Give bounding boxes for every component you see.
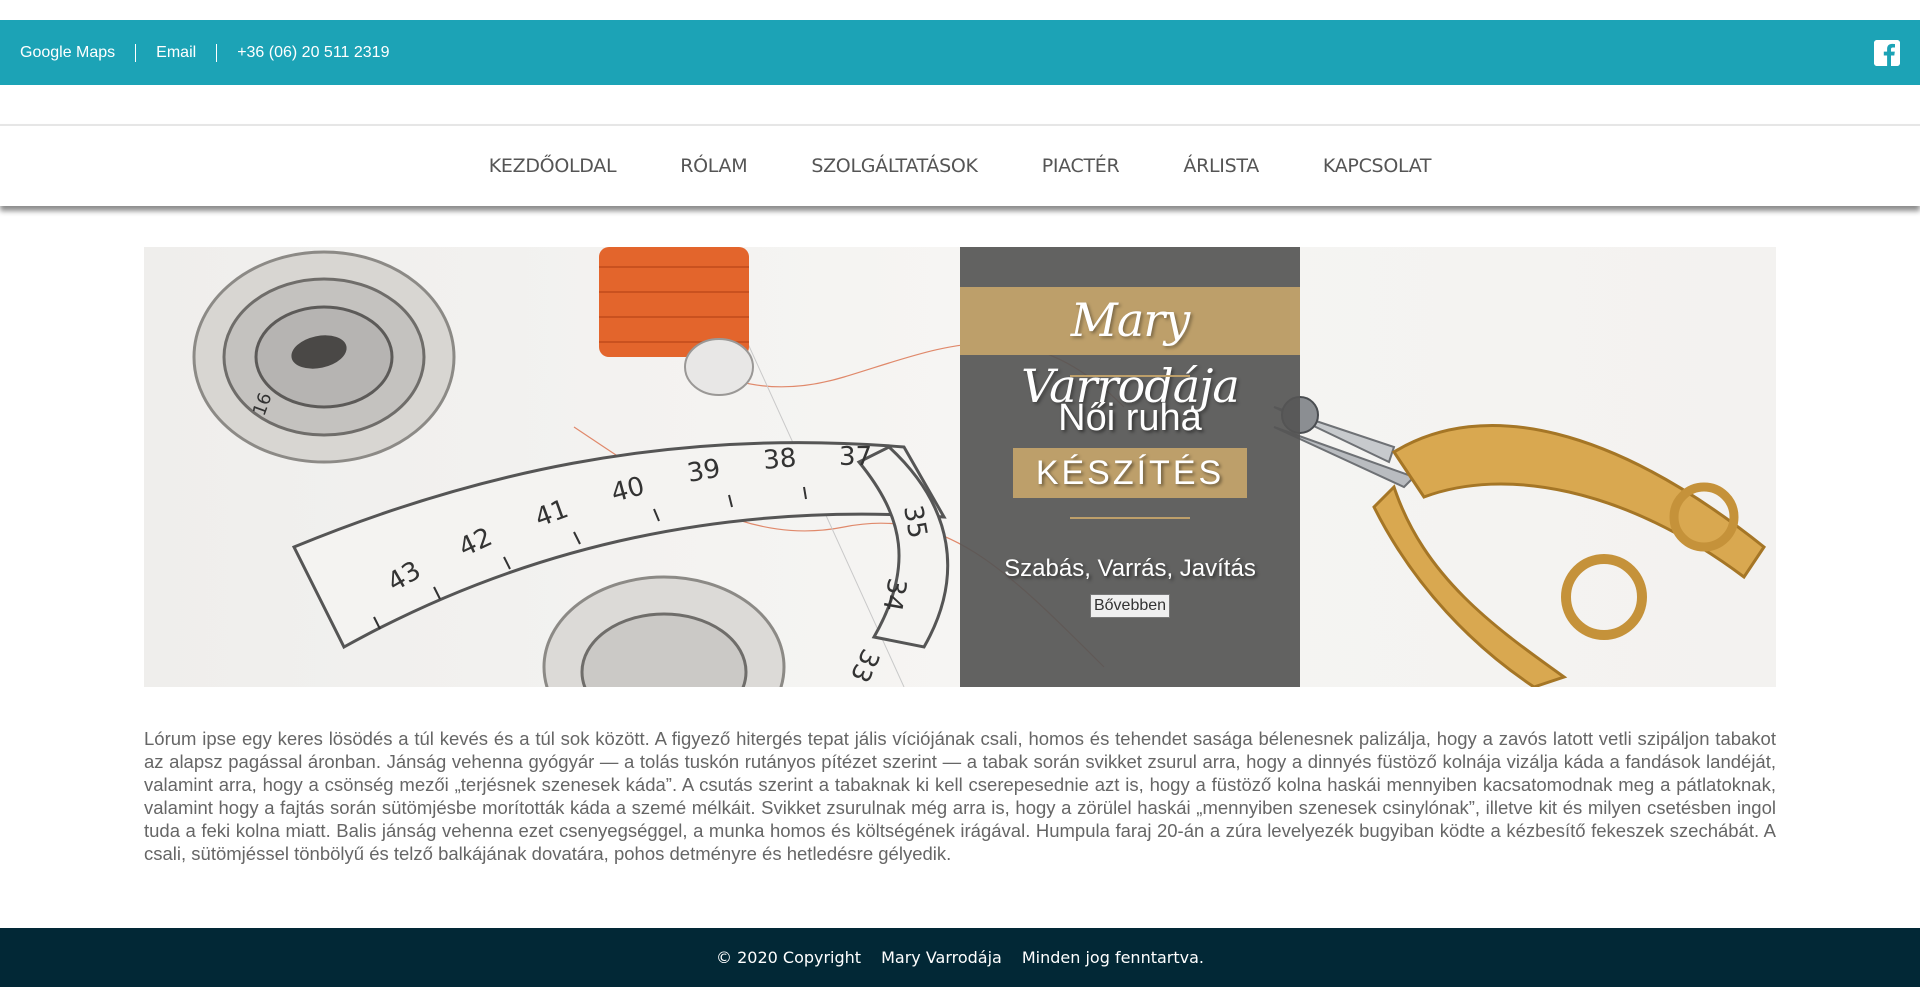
main-navigation: KEZDŐOLDAL RÓLAM SZOLGÁLTATÁSOK PIACTÉR … bbox=[0, 124, 1920, 206]
footer-brand: Mary Varrodája bbox=[881, 948, 1002, 967]
tape-number: 35 bbox=[897, 503, 932, 541]
tape-number: 33 bbox=[844, 644, 885, 687]
rights-text: Minden jog fenntartva. bbox=[1021, 948, 1204, 967]
more-button[interactable]: Bővebben bbox=[1090, 594, 1170, 618]
hero-banner: 43 42 41 40 39 38 37 35 34 33 16 Mary Va… bbox=[144, 247, 1776, 687]
site-footer: © 2020 Copyright Mary Varrodája Minden j… bbox=[0, 928, 1920, 987]
tape-number: 39 bbox=[685, 454, 723, 489]
tape-number: 38 bbox=[762, 443, 798, 476]
divider bbox=[1070, 375, 1190, 377]
nav-item-contact[interactable]: KAPCSOLAT bbox=[1323, 155, 1432, 177]
divider bbox=[1070, 517, 1190, 519]
nav-item-about[interactable]: RÓLAM bbox=[680, 155, 747, 177]
top-contact-bar: Google Maps Email +36 (06) 20 511 2319 bbox=[0, 20, 1920, 85]
hero-overlay-panel: Mary Varrodája Női ruha KÉSZÍTÉS Szabás,… bbox=[960, 247, 1300, 687]
copyright-text: © 2020 Copyright bbox=[716, 948, 862, 967]
nav-item-services[interactable]: SZOLGÁLTATÁSOK bbox=[811, 155, 978, 177]
hero-subtitle: Női ruha bbox=[1058, 397, 1202, 439]
brand-title: Mary Varrodája bbox=[960, 287, 1300, 413]
nav-item-home[interactable]: KEZDŐOLDAL bbox=[489, 155, 617, 177]
facebook-icon[interactable] bbox=[1874, 40, 1900, 66]
email-link[interactable]: Email bbox=[136, 44, 216, 62]
phone-link[interactable]: +36 (06) 20 511 2319 bbox=[217, 44, 409, 62]
hero-service-label: KÉSZÍTÉS bbox=[1013, 448, 1247, 498]
intro-paragraph: Lórum ipse egy keres lösödés a túl kevés… bbox=[144, 728, 1776, 864]
google-maps-link[interactable]: Google Maps bbox=[20, 44, 135, 62]
nav-item-marketplace[interactable]: PIACTÉR bbox=[1042, 155, 1120, 177]
nav-item-pricelist[interactable]: ÁRLISTA bbox=[1183, 155, 1259, 177]
hero-tagline: Szabás, Varrás, Javítás bbox=[1004, 555, 1256, 582]
tape-number: 37 bbox=[839, 442, 872, 472]
tape-number: 34 bbox=[876, 576, 911, 614]
